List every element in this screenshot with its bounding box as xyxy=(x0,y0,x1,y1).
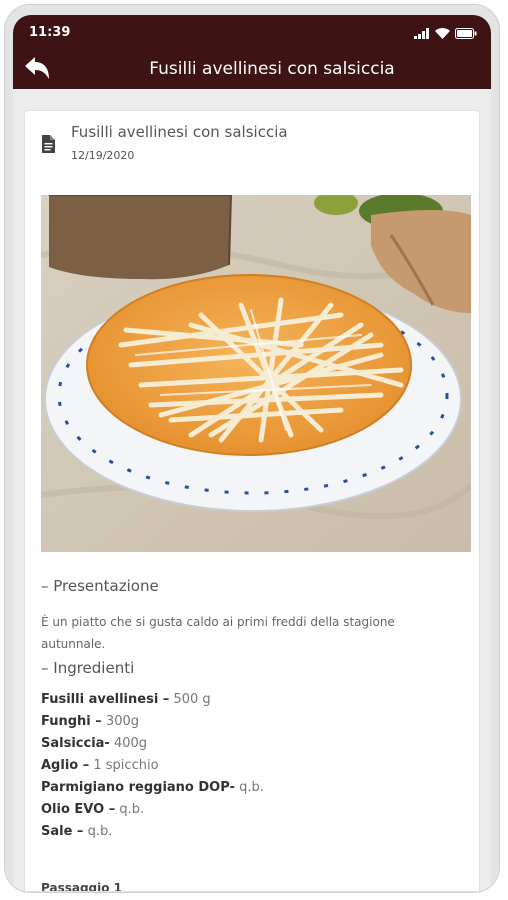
ingredient-name: Parmigiano reggiano DOP- xyxy=(41,780,235,795)
presentation-heading: – Presentazione xyxy=(41,577,159,595)
page-title: Fusilli avellinesi con salsiccia xyxy=(149,59,395,79)
ingredient-name: Aglio – xyxy=(41,758,90,773)
ingredients-list: Fusilli avellinesi – 500 g Funghi – 300g… xyxy=(41,689,264,843)
ingredient-name: Olio EVO – xyxy=(41,802,116,817)
ingredient-item: Aglio – 1 spicchio xyxy=(41,755,264,777)
signal-icon xyxy=(414,28,429,39)
ingredient-qty: q.b. xyxy=(234,780,264,795)
ingredient-item: Sale – q.b. xyxy=(41,821,264,843)
phone-frame: 11:39 Fusilli avellinesi con salsiccia F… xyxy=(4,4,500,893)
ingredient-qty: 500 g xyxy=(169,692,211,707)
ingredient-item: Olio EVO – q.b. xyxy=(41,799,264,821)
step-label: Passaggio 1 xyxy=(41,881,123,891)
ingredient-item: Funghi – 300g xyxy=(41,711,264,733)
ingredients-heading: – Ingredienti xyxy=(41,659,135,677)
ingredient-name: Funghi – xyxy=(41,714,102,729)
battery-icon xyxy=(455,28,477,39)
back-arrow-icon[interactable] xyxy=(23,55,51,81)
recipe-title: Fusilli avellinesi con salsiccia xyxy=(71,123,288,141)
ingredient-name: Salsiccia- xyxy=(41,736,110,751)
presentation-text: È un piatto che si gusta caldo ai primi … xyxy=(41,615,395,651)
ingredient-qty: 1 spicchio xyxy=(89,758,159,773)
app-screen: 11:39 Fusilli avellinesi con salsiccia F… xyxy=(13,15,491,891)
ingredient-qty: 400g xyxy=(109,736,148,751)
ingredient-qty: q.b. xyxy=(83,824,113,839)
status-icons xyxy=(414,28,477,39)
recipe-card: Fusilli avellinesi con salsiccia 12/19/2… xyxy=(25,111,479,891)
ingredient-item: Salsiccia- 400g xyxy=(41,733,264,755)
recipe-date: 12/19/2020 xyxy=(71,149,135,162)
recipe-photo xyxy=(41,195,471,552)
ingredient-item: Fusilli avellinesi – 500 g xyxy=(41,689,264,711)
ingredient-qty: q.b. xyxy=(115,802,145,817)
document-icon xyxy=(42,135,55,153)
ingredient-qty: 300g xyxy=(101,714,139,729)
status-time: 11:39 xyxy=(29,25,71,40)
ingredient-name: Fusilli avellinesi – xyxy=(41,692,170,707)
ingredient-item: Parmigiano reggiano DOP- q.b. xyxy=(41,777,264,799)
wifi-icon xyxy=(435,28,450,39)
app-header: 11:39 Fusilli avellinesi con salsiccia xyxy=(13,15,491,89)
ingredient-name: Sale – xyxy=(41,824,84,839)
